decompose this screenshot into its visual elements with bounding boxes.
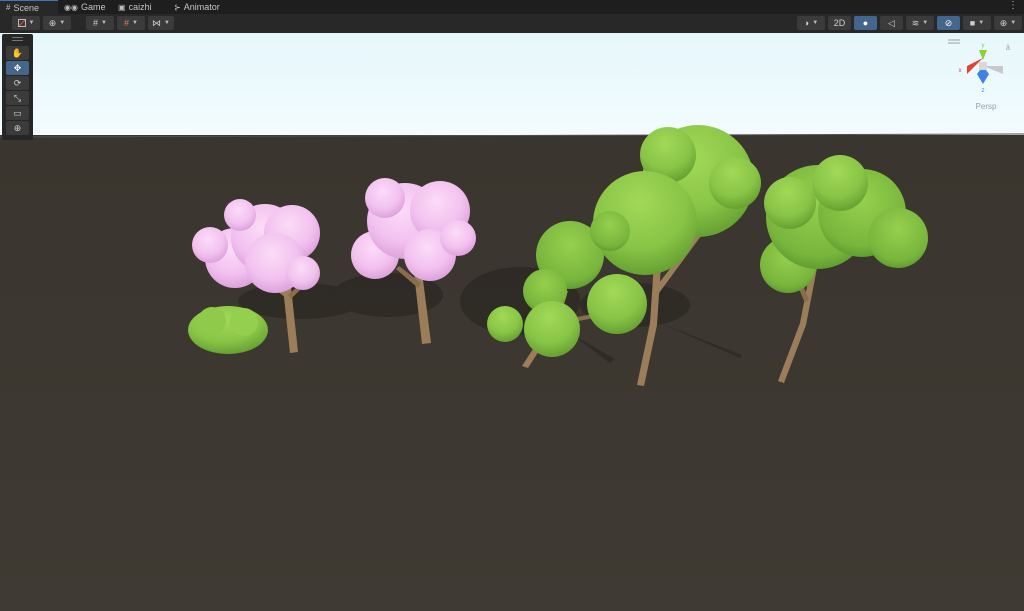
lightbulb-icon: ●: [862, 18, 869, 28]
eye-hidden-icon: ⊘: [944, 17, 953, 28]
sky: [0, 33, 1024, 137]
tab-game-label: Game: [80, 2, 106, 12]
scene-visibility-button[interactable]: ⊘: [937, 16, 960, 30]
camera-settings-button[interactable]: ■ ▼: [963, 16, 991, 30]
gizmo-globe-icon: ⊕: [999, 17, 1008, 28]
asset-icon: ▣: [118, 2, 126, 12]
chevron-down-icon: ▼: [812, 20, 819, 26]
tab-scene[interactable]: # Scene: [0, 0, 58, 14]
scale-icon: ⤡: [13, 92, 22, 103]
chevron-down-icon: ▼: [922, 20, 929, 26]
rect-tool-button[interactable]: ▭: [6, 106, 29, 120]
increment-snap-button[interactable]: ⋈ ▼: [148, 16, 174, 30]
chevron-down-icon: ▼: [28, 20, 35, 26]
scene-viewport[interactable]: [0, 33, 1024, 611]
tab-animator-label: Animator: [183, 2, 220, 12]
speaker-icon: ◁: [888, 17, 895, 28]
draw-mode-icon: [17, 19, 26, 27]
chevron-down-icon: ▼: [59, 20, 66, 26]
tab-caizhi-label: caizhi: [128, 2, 152, 12]
tab-options-menu-icon[interactable]: ⋮: [1008, 0, 1018, 12]
rect-icon: ▭: [13, 107, 22, 118]
snap-grid-icon: #: [124, 18, 130, 28]
gamepad-icon: ◉◉: [64, 2, 78, 12]
effects-button[interactable]: ≋ ▼: [906, 16, 934, 30]
projection-label[interactable]: Persp: [948, 102, 1024, 111]
rotate-tool-button[interactable]: ⟳: [6, 76, 29, 90]
globe-icon: ⊕: [48, 17, 57, 28]
toggle-2d-button[interactable]: 2D: [828, 16, 851, 30]
green-bush: [188, 306, 268, 354]
scale-tool-button[interactable]: ⤡: [6, 91, 29, 105]
draw-mode-button[interactable]: ▼: [12, 16, 40, 30]
svg-text:z: z: [982, 88, 985, 94]
chevron-down-icon: ▼: [101, 20, 107, 26]
chevron-down-icon: ▼: [132, 20, 138, 26]
grid-visibility-button[interactable]: # ▼: [86, 16, 114, 30]
hand-tool-button[interactable]: ✋: [6, 46, 29, 60]
global-local-button[interactable]: ⊕ ▼: [43, 16, 71, 30]
hand-icon: ✋: [11, 47, 24, 58]
camera-icon: ■: [969, 18, 976, 28]
tab-game[interactable]: ◉◉ Game: [62, 0, 105, 14]
tab-animator[interactable]: ⊱ Animator: [174, 0, 220, 14]
tab-caizhi[interactable]: ▣ caizhi: [118, 0, 152, 14]
scene-render: [0, 33, 1024, 611]
chevron-down-icon: ▼: [164, 20, 170, 26]
shading-mode-button[interactable]: ◑ ▼: [797, 16, 825, 30]
effects-icon: ≋: [911, 17, 920, 28]
tab-scene-label: Scene: [13, 2, 39, 13]
toggle-2d-label: 2D: [833, 18, 846, 28]
scene-toolbar: ▼ ⊕ ▼ # ▼ # ▼ ⋈ ▼ ◑ ▼ 2D ● ◁ ≋ ▼ ⊘ ■ ▼ ⊕ ▼: [0, 14, 1024, 33]
toggle-lighting-button[interactable]: ●: [854, 16, 877, 30]
rotate-icon: ⟳: [13, 77, 22, 88]
chevron-down-icon: ▼: [978, 20, 985, 26]
panel-drag-handle[interactable]: [12, 37, 23, 41]
transform-tool-button[interactable]: ⊕: [6, 121, 29, 135]
axis-gizmo-icon: y x z â: [948, 39, 1010, 94]
svg-text:y: y: [982, 43, 985, 49]
orientation-gizmo[interactable]: y x z â Persp: [948, 36, 1024, 116]
chevron-down-icon: ▼: [1010, 20, 1017, 26]
svg-text:x: x: [959, 68, 962, 74]
editor-tab-bar: # Scene ◉◉ Game ▣ caizhi ⊱ Animator ⋮: [0, 0, 1024, 14]
gizmos-button[interactable]: ⊕ ▼: [994, 16, 1022, 30]
shading-sphere-icon: ◑: [803, 18, 810, 28]
animator-icon: ⊱: [174, 2, 181, 12]
transform-tools-panel: ✋ ✥ ⟳ ⤡ ▭ ⊕: [2, 34, 33, 140]
snap-increment-icon: ⋈: [152, 17, 162, 28]
move-icon: ✥: [13, 62, 22, 73]
grid-toggle-icon: #: [93, 18, 99, 28]
toggle-audio-button[interactable]: ◁: [880, 16, 903, 30]
move-tool-button[interactable]: ✥: [6, 61, 29, 75]
grid-snapping-button[interactable]: # ▼: [117, 16, 145, 30]
transform-icon: ⊕: [13, 122, 22, 133]
svg-text:â: â: [1006, 45, 1010, 52]
grid-icon: #: [6, 3, 11, 12]
